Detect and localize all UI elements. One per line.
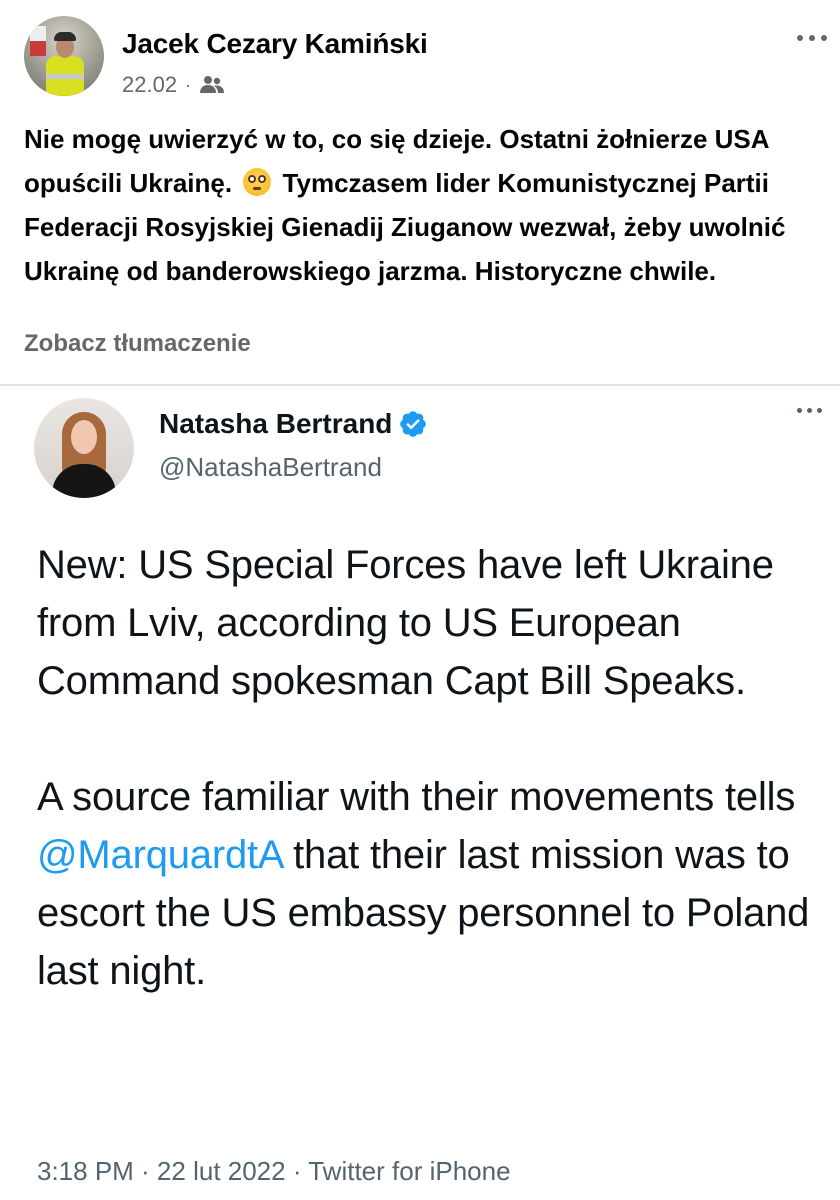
post-meta: 22.02 ·	[122, 72, 225, 98]
see-translation-link[interactable]: Zobacz tłumaczenie	[24, 330, 251, 358]
author-avatar[interactable]	[24, 16, 104, 96]
tweet-paragraph-2: A source familiar with their movements t…	[37, 775, 810, 993]
meta-separator: ·	[185, 74, 192, 95]
tweet-author-avatar[interactable]	[34, 398, 134, 498]
dot-icon	[797, 408, 802, 413]
embedded-tweet[interactable]: Natasha Bertrand @NatashaBertrand New: U…	[0, 386, 840, 1200]
dot-icon	[817, 408, 822, 413]
tweet-handle[interactable]: @NatashaBertrand	[159, 452, 382, 483]
post-date[interactable]: 22.02	[122, 72, 177, 98]
post-text: Nie mogę uwierzyć w to, co się dzieje. O…	[24, 117, 824, 293]
facebook-post: Jacek Cezary Kamiński 22.02 · Nie mogę u…	[0, 0, 840, 380]
post-options-button[interactable]	[792, 18, 832, 58]
dot-icon	[821, 35, 827, 41]
tweet-text: New: US Special Forces have left Ukraine…	[37, 536, 827, 1000]
tweet-timestamp[interactable]: 3:18 PM · 22 lut 2022 · Twitter for iPho…	[37, 1156, 511, 1187]
author-name[interactable]: Jacek Cezary Kamiński	[122, 28, 428, 60]
flushed-face-emoji-icon	[243, 168, 272, 196]
mention-link[interactable]: @MarquardtA	[37, 833, 282, 877]
tweet-options-button[interactable]	[797, 408, 822, 413]
verified-badge-icon	[398, 409, 428, 439]
dot-icon	[809, 35, 815, 41]
dot-icon	[807, 408, 812, 413]
tweet-paragraph-1: New: US Special Forces have left Ukraine…	[37, 543, 774, 703]
tweet-display-name[interactable]: Natasha Bertrand	[159, 408, 428, 440]
dot-icon	[797, 35, 803, 41]
friends-icon[interactable]	[199, 75, 225, 95]
tweet-display-name-text: Natasha Bertrand	[159, 408, 393, 439]
avatar-flag	[30, 26, 46, 56]
